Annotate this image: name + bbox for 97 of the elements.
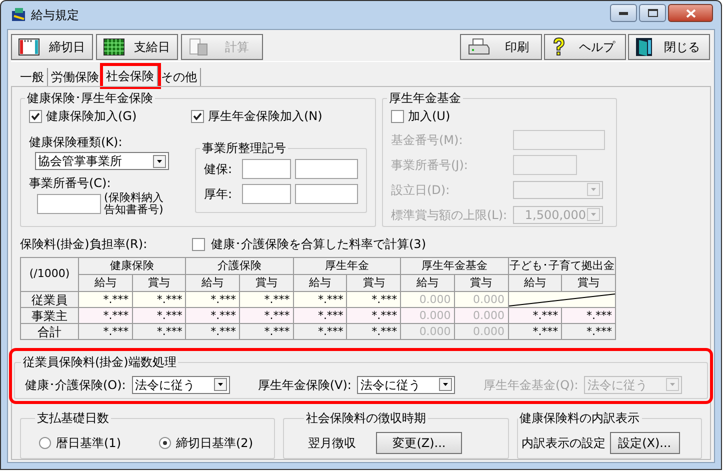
table-cell[interactable]: *.*** [508, 324, 562, 340]
column-header: 健康保険 [78, 258, 186, 274]
table-cell[interactable]: *.*** [346, 308, 401, 324]
table-cell[interactable]: *.*** [186, 308, 240, 324]
field-label: 健康保険種類(K): [29, 134, 124, 151]
table-cell[interactable]: *.*** [240, 308, 294, 324]
group-title: 健康保険料の内訳表示 [518, 410, 641, 427]
table-label: 保険料(掛金)負担率(R): [20, 236, 148, 253]
input-field[interactable] [242, 184, 291, 204]
radio-button[interactable] [159, 436, 171, 448]
field-label: 厚生年金基金(Q): [483, 376, 578, 394]
field-label: 設立日(D): [391, 182, 451, 198]
toolbar-button[interactable]: 支給日 [96, 34, 178, 60]
question-mark-icon [551, 36, 567, 56]
tab[interactable]: その他 [158, 68, 201, 86]
field-label: 基金番号(M): [391, 132, 464, 148]
radio-button[interactable] [39, 436, 51, 448]
input-field[interactable] [294, 159, 358, 179]
collection-value: 翌月徴収 [308, 434, 356, 452]
field-label: 厚生年金保険(V): [258, 376, 352, 394]
change-button[interactable]: 変更(Z)... [376, 432, 462, 454]
group-title: 社会保険料の徴収時期 [305, 410, 428, 427]
checkbox-label: 加入(U) [408, 108, 450, 125]
door-icon [635, 36, 653, 56]
minimize-button[interactable] [610, 4, 637, 22]
calendar-icon [103, 38, 125, 56]
app-icon [11, 7, 27, 23]
group-title: 厚生年金基金 [388, 90, 462, 107]
group-title: 健康保険･厚生年金保険 [26, 90, 154, 107]
checkbox[interactable] [391, 110, 404, 122]
field-label: 事業所番号(C): [29, 175, 112, 192]
field-label: 健保: [204, 161, 234, 178]
toolbar-button[interactable]: 印刷 [460, 34, 542, 60]
table-cell[interactable]: *.*** [78, 324, 132, 340]
checkbox[interactable] [191, 110, 204, 122]
table-cell[interactable]: *.*** [562, 324, 616, 340]
column-header: 介護保険 [186, 258, 294, 274]
table-cell[interactable]: *.*** [293, 292, 347, 308]
table-cell[interactable]: *.*** [186, 292, 240, 308]
tab[interactable]: 社会保険 [103, 66, 158, 86]
group-title: 事業所整理記号 [201, 140, 287, 157]
table-cell[interactable]: *.*** [240, 324, 294, 340]
window-title: 給与規定 [31, 7, 79, 24]
checkbox[interactable] [29, 110, 42, 122]
table-cell[interactable]: *.*** [508, 308, 562, 324]
tab[interactable]: 一般 [17, 68, 48, 86]
table-cell[interactable]: *.*** [132, 292, 186, 308]
checkbox[interactable] [192, 238, 205, 250]
table-cell[interactable]: *.*** [132, 308, 186, 324]
radio-label: 締切日基準(2) [176, 434, 253, 452]
input-field[interactable] [242, 159, 291, 179]
row-header: 事業主 [20, 308, 78, 324]
maximize-button[interactable] [639, 4, 666, 22]
row-header: 従業員 [20, 292, 78, 308]
checkbox-label: 健康保険加入(G) [46, 108, 137, 125]
field-note: (保険料納入告知書番号) [104, 192, 164, 216]
table-header: (/1000) [20, 258, 78, 292]
maximize-icon [648, 9, 658, 17]
field-label: 標準賞与額の上限(L): [391, 206, 508, 224]
table-cell[interactable]: *.*** [240, 292, 294, 308]
table-cell[interactable]: *.*** [78, 292, 132, 308]
dropdown[interactable]: 協会管掌事業所 [35, 152, 169, 170]
group-title: 支払基礎日数 [36, 410, 110, 427]
radio-label: 暦日基準(1) [56, 434, 121, 452]
checkbox-label: 厚生年金保険加入(N) [208, 108, 322, 125]
table-cell[interactable]: *.*** [78, 308, 132, 324]
close-icon [686, 8, 696, 18]
table-cell[interactable]: *.*** [293, 308, 347, 324]
toolbar-button[interactable]: 閉じる [628, 34, 710, 60]
toolbar-button[interactable]: ヘルプ [544, 34, 626, 60]
toolbar-button[interactable]: 締切日 [11, 34, 93, 60]
table-cell[interactable]: *.*** [346, 324, 401, 340]
settings-button[interactable]: 設定(X)... [610, 432, 680, 454]
document-icon [188, 38, 210, 56]
calendar-icon [18, 38, 40, 56]
column-header: 厚生年金 [293, 258, 401, 274]
table-cell[interactable]: *.*** [132, 324, 186, 340]
field-label: 事業所番号(J): [391, 156, 469, 174]
checkbox-label: 健康･介護保険を合算した料率で計算(3) [211, 236, 426, 253]
field-label: 健康･介護保険(O): [25, 376, 126, 394]
setting-label: 内訳表示の設定 [522, 434, 606, 452]
dropdown[interactable]: 法令に従う [132, 376, 230, 394]
table-cell[interactable]: *.*** [562, 308, 616, 324]
column-header: 厚生年金基金 [400, 258, 508, 274]
field-label: 厚年: [204, 186, 234, 203]
row-header: 合計 [20, 324, 78, 340]
table-cell[interactable]: *.*** [293, 324, 347, 340]
close-button[interactable] [668, 4, 713, 22]
column-header: 子ども･子育て拠出金 [508, 258, 616, 274]
table-cell[interactable]: *.*** [186, 324, 240, 340]
printer-icon [467, 38, 491, 56]
input-field[interactable] [37, 194, 101, 214]
minimize-icon [619, 12, 628, 14]
input-field[interactable] [294, 184, 358, 204]
dropdown[interactable]: 法令に従う [357, 376, 456, 394]
table-cell[interactable]: *.*** [346, 292, 401, 308]
group-title: 従業員保険料(掛金)端数処理 [22, 354, 178, 371]
